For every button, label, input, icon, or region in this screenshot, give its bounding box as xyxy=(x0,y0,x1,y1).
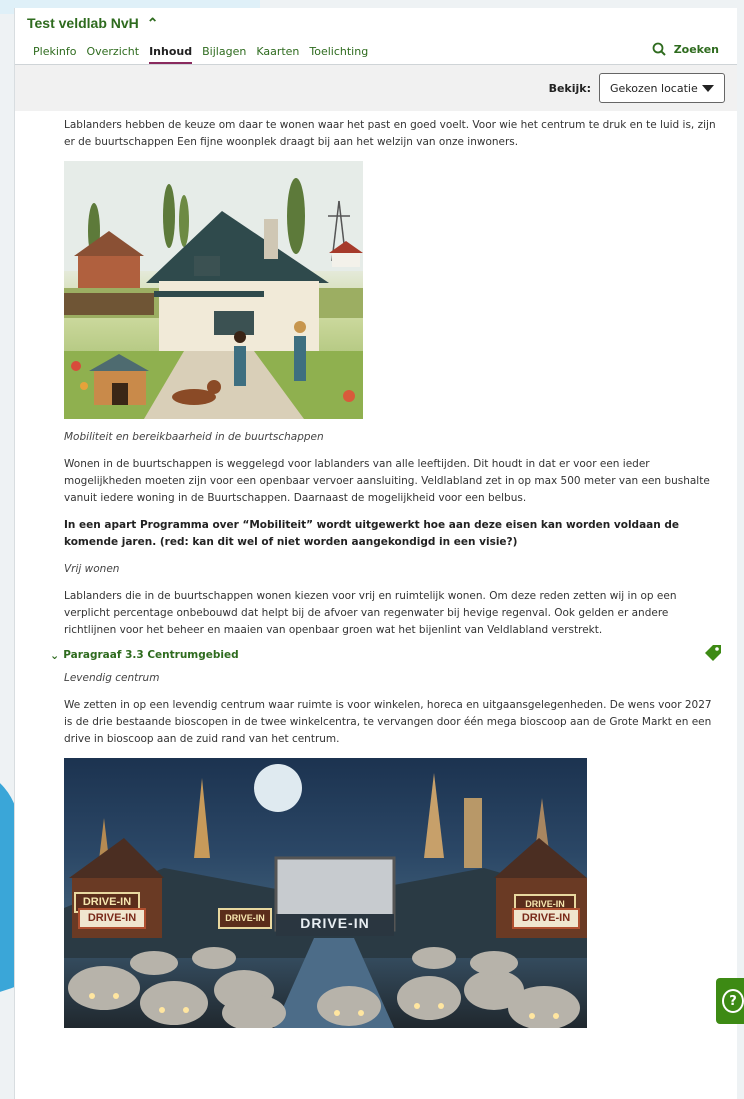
paragraph: Lablanders hebben de keuze om daar te wo… xyxy=(64,119,716,148)
section-toggle[interactable]: ⌄ Paragraaf 3.3 Centrumgebied xyxy=(50,645,723,664)
drive-in-sign: DRIVE-IN xyxy=(78,908,146,929)
chevron-down-icon[interactable]: ⌄ xyxy=(50,647,59,664)
help-icon: ? xyxy=(722,989,744,1013)
view-bar: Bekijk: Gekozen locatie xyxy=(15,65,737,111)
paragraph: We zetten in op een levendig centrum waa… xyxy=(64,699,712,745)
tab-bijlagen[interactable]: Bijlagen xyxy=(202,45,246,64)
panel-header[interactable]: Test veldlab NvH ⌃ xyxy=(15,8,737,38)
drive-in-illustration: DRIVE-IN DRIVE-IN DRIVE-IN DRIVE-IN DRIV… xyxy=(64,758,587,1028)
search-button[interactable]: Zoeken xyxy=(652,42,719,56)
tab-bar: Plekinfo Overzicht Inhoud Bijlagen Kaart… xyxy=(15,38,737,65)
house-illustration xyxy=(64,161,363,419)
tab-toelichting[interactable]: Toelichting xyxy=(309,45,368,64)
bold-paragraph: In een apart Programma over “Mobiliteit”… xyxy=(64,519,680,548)
location-select-value: Gekozen locatie xyxy=(610,81,698,95)
location-select[interactable]: Gekozen locatie xyxy=(599,73,725,103)
screen-text: DRIVE-IN xyxy=(300,915,370,931)
view-label: Bekijk: xyxy=(548,81,591,95)
tab-overzicht[interactable]: Overzicht xyxy=(86,45,139,64)
paragraph: Lablanders die in de buurtschappen wonen… xyxy=(64,590,677,636)
image-caption: Mobiliteit en bereikbaarheid in de buurt… xyxy=(64,431,324,443)
drive-in-sign: DRIVE-IN xyxy=(218,908,272,929)
drive-in-sign: DRIVE-IN xyxy=(512,908,580,929)
section-title: Paragraaf 3.3 Centrumgebied xyxy=(63,649,239,661)
subheading: Levendig centrum xyxy=(64,672,160,684)
tag-icon[interactable] xyxy=(703,643,723,663)
help-button[interactable]: ? xyxy=(716,978,744,1024)
content-panel: Test veldlab NvH ⌃ Plekinfo Overzicht In… xyxy=(14,8,737,1099)
paragraph: Wonen in de buurtschappen is weggelegd v… xyxy=(64,458,710,504)
search-label: Zoeken xyxy=(673,42,719,56)
subheading: Vrij wonen xyxy=(64,563,120,575)
search-icon xyxy=(652,42,666,56)
caret-down-icon xyxy=(702,84,714,92)
panel-title: Test veldlab NvH xyxy=(27,15,139,31)
tab-inhoud[interactable]: Inhoud xyxy=(149,45,193,64)
chevron-up-icon[interactable]: ⌃ xyxy=(147,15,159,32)
document-content: Lablanders hebben de keuze om daar te wo… xyxy=(15,111,737,1028)
tab-plekinfo[interactable]: Plekinfo xyxy=(33,45,76,64)
tab-kaarten[interactable]: Kaarten xyxy=(256,45,299,64)
